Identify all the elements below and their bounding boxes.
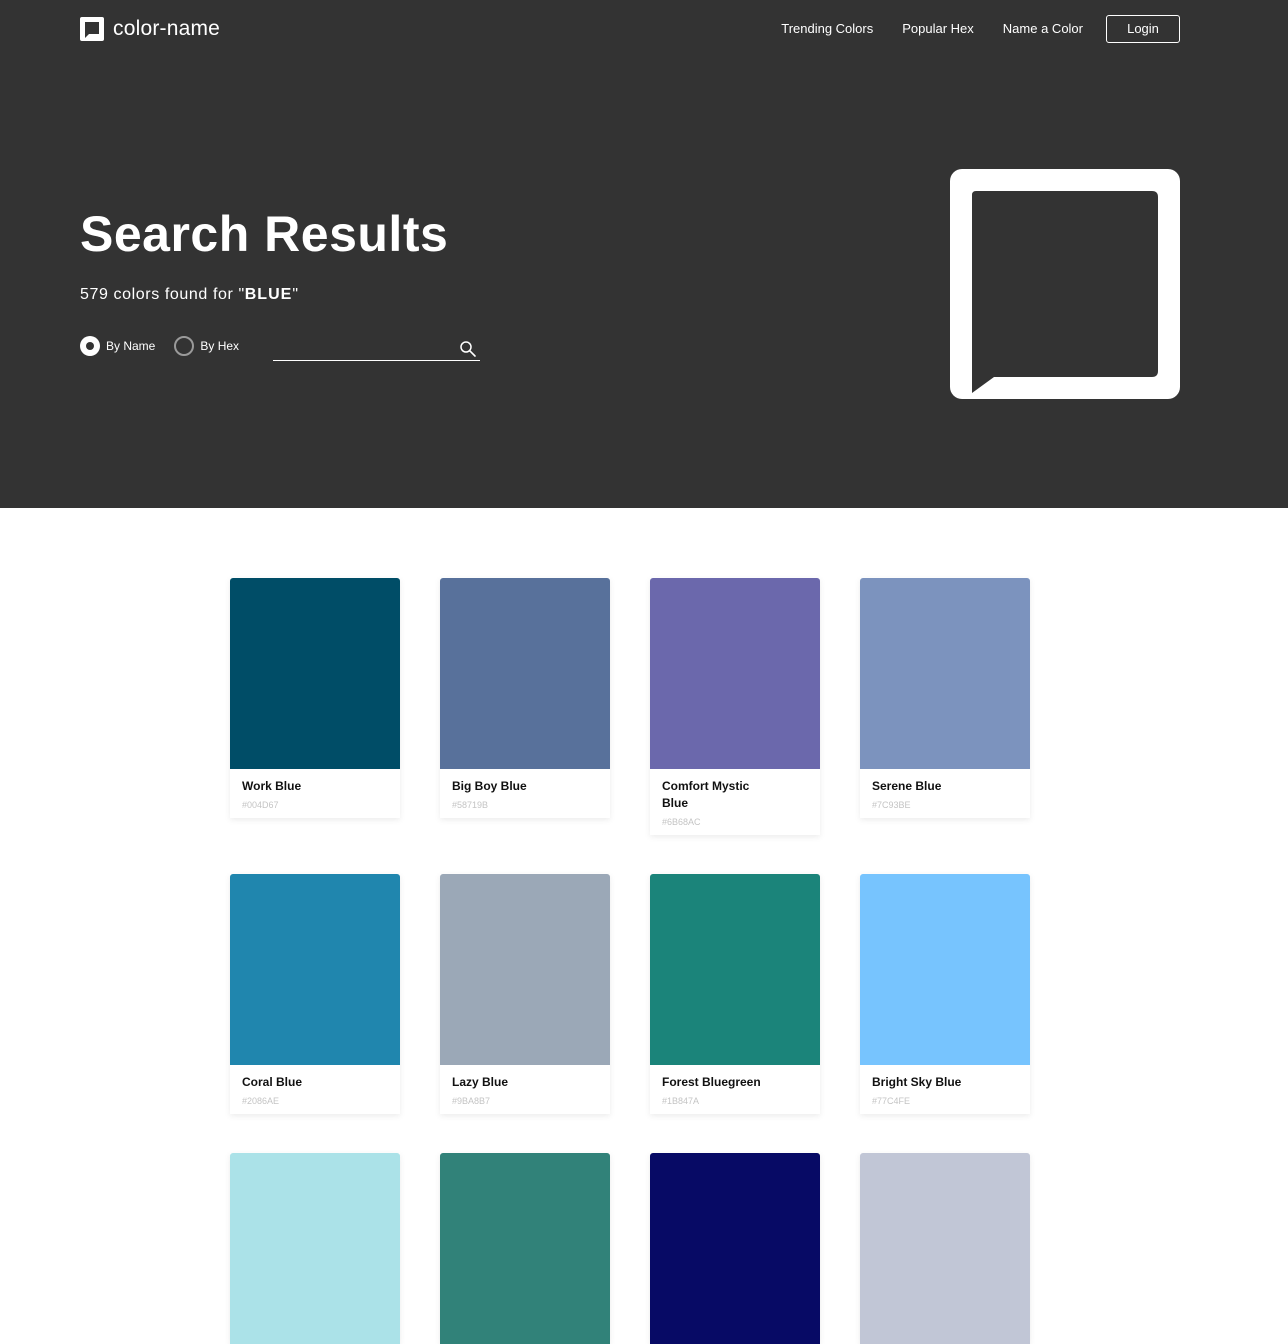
color-name: Comfort Mystic Blue [662,779,750,810]
color-hex: #58719B [452,800,489,810]
color-name: Serene Blue [872,779,942,793]
nav-popular-hex[interactable]: Popular Hex [902,15,974,43]
color-swatch [230,1153,400,1344]
radio-by-name[interactable]: By Name [80,336,155,356]
results-summary: 579 colors found for "BLUE" [80,286,299,304]
color-swatch [230,874,400,1065]
color-swatch [650,578,820,769]
search-box [273,336,480,361]
color-swatch [860,1153,1030,1344]
color-card[interactable] [230,1153,400,1344]
top-nav: Trending Colors Popular Hex Name a Color… [752,15,1180,43]
color-swatch [650,1153,820,1344]
color-name: Big Boy Blue [452,779,527,793]
color-card[interactable]: Work Blue #004D67 [230,578,400,818]
color-hex: #7C93BE [872,800,911,810]
hero-chat-bubble-icon [950,169,1180,399]
color-swatch [230,578,400,769]
card-body: Forest Bluegreen #1B847A [650,1065,820,1114]
search-input[interactable] [273,336,453,358]
radio-by-hex[interactable]: By Hex [174,336,239,356]
card-body: Serene Blue #7C93BE [860,769,1030,818]
color-hex: #6B68AC [662,817,701,827]
color-card[interactable]: Bright Sky Blue #77C4FE [860,874,1030,1114]
color-swatch [440,874,610,1065]
radio-checked-icon [80,336,100,356]
chat-bubble-icon [80,17,104,41]
summary-prefix: 579 colors found for " [80,286,245,303]
color-card[interactable] [650,1153,820,1344]
color-name: Lazy Blue [452,1075,509,1089]
card-body: Lazy Blue #9BA8B7 [440,1065,610,1114]
radio-unchecked-icon [174,336,195,356]
brand-logo[interactable]: color-name [80,17,220,41]
color-card[interactable]: Coral Blue #2086AE [230,874,400,1114]
color-card[interactable]: Forest Bluegreen #1B847A [650,874,820,1114]
color-swatch [440,578,610,769]
summary-suffix: " [292,286,299,303]
color-card[interactable] [440,1153,610,1344]
color-card[interactable]: Big Boy Blue #58719B [440,578,610,818]
brand-name: color-name [113,17,221,40]
search-icon[interactable] [459,340,477,358]
color-name: Forest Bluegreen [662,1075,761,1089]
color-hex: #77C4FE [872,1096,911,1106]
nav-name-a-color[interactable]: Name a Color [1003,15,1083,43]
card-body: Big Boy Blue #58719B [440,769,610,818]
color-hex: #1B847A [662,1096,700,1106]
search-mode-group: By Name By Hex [80,336,258,356]
color-hex: #2086AE [242,1096,280,1106]
color-card[interactable] [860,1153,1030,1344]
color-card[interactable]: Lazy Blue #9BA8B7 [440,874,610,1114]
card-body: Comfort Mystic Blue #6B68AC [650,769,820,835]
color-name: Work Blue [242,779,302,793]
card-body: Coral Blue #2086AE [230,1065,400,1114]
color-card[interactable]: Serene Blue #7C93BE [860,578,1030,818]
radio-by-hex-label: By Hex [200,339,240,353]
color-swatch [860,874,1030,1065]
color-name: Coral Blue [242,1075,303,1089]
color-swatch [650,874,820,1065]
color-swatch [440,1153,610,1344]
search-query: BLUE [244,286,293,303]
login-button[interactable]: Login [1106,15,1180,43]
color-hex: #004D67 [242,800,279,810]
color-name: Bright Sky Blue [872,1075,962,1089]
color-card[interactable]: Comfort Mystic Blue #6B68AC [650,578,820,835]
page-title: Search Results [80,206,449,262]
nav-trending-colors[interactable]: Trending Colors [781,15,873,43]
radio-by-name-label: By Name [106,339,156,353]
hero-section: color-name Trending Colors Popular Hex N… [0,0,1288,508]
color-hex: #9BA8B7 [452,1096,491,1106]
card-body: Bright Sky Blue #77C4FE [860,1065,1030,1114]
card-body: Work Blue #004D67 [230,769,400,818]
color-swatch [860,578,1030,769]
